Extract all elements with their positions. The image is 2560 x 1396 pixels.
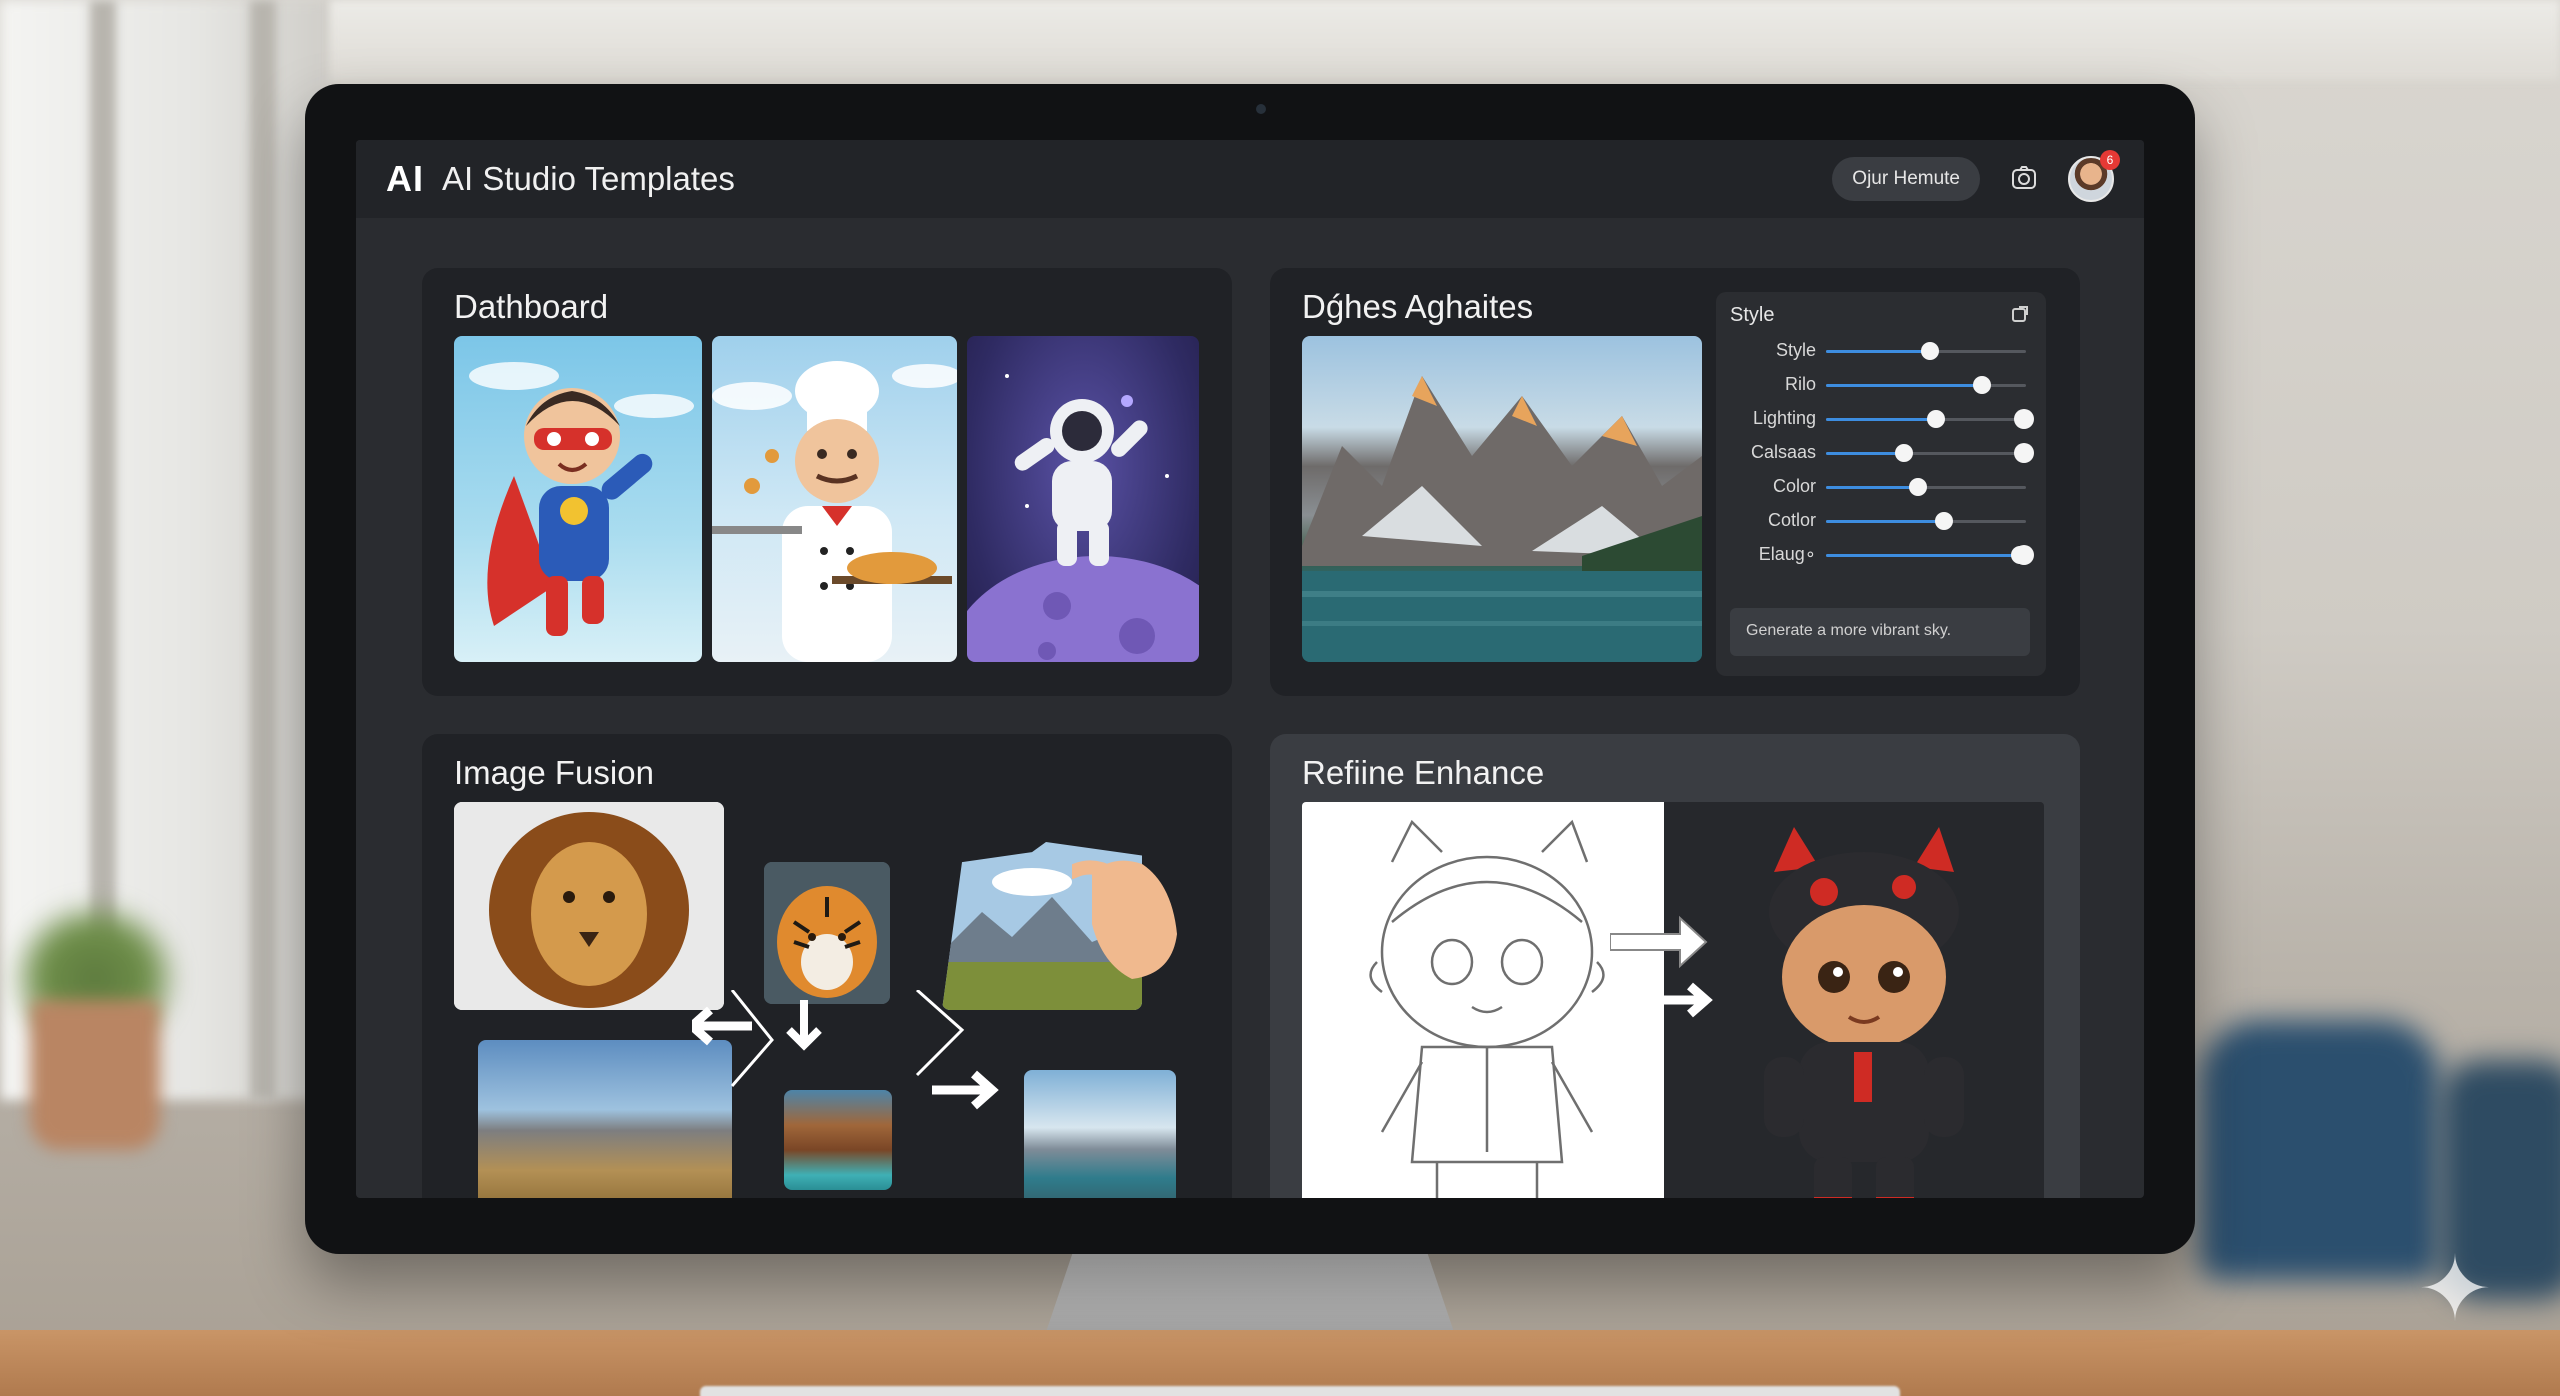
slider-track[interactable] <box>1826 478 2026 496</box>
slider-row: Style <box>1716 336 2046 366</box>
mountain-lake-image[interactable] <box>1302 336 1702 662</box>
slider-row: Rilo <box>1716 370 2046 400</box>
slider-label: Color <box>1772 476 1816 496</box>
slider-knob[interactable] <box>1921 342 1939 360</box>
slider-label: Rilo <box>1784 374 1816 394</box>
slider-row: Elaug∘ <box>1716 540 2046 570</box>
slider-track[interactable] <box>1826 443 2034 463</box>
lion-image[interactable] <box>454 802 724 1010</box>
prompt-input[interactable]: Generate a more vibrant sky. <box>1730 608 2030 656</box>
slider-row: Calsaas <box>1716 438 2046 468</box>
webcam-icon <box>1256 104 1266 114</box>
slider-end-knob[interactable] <box>2014 545 2034 565</box>
slider-label: Style <box>1775 340 1816 360</box>
style-panel: Style Style Rilo Lighting Calsaas Color Cotlo… <box>1716 292 2046 676</box>
slider-track[interactable] <box>1826 545 2034 565</box>
app-screen: AI AI Studio Templates Ojur Hemute 6 Dat… <box>356 140 2144 1198</box>
slider-fill <box>1826 452 1904 455</box>
slider-end-knob[interactable] <box>2014 443 2034 463</box>
chef-thumbnail[interactable] <box>712 336 957 662</box>
slider-row: Color <box>1716 472 2046 502</box>
user-menu-button[interactable]: Ojur Hemute <box>1832 157 1980 201</box>
app-logo[interactable]: AI <box>386 158 424 200</box>
slider-fill <box>1826 384 1982 387</box>
slider-fill <box>1826 554 2020 557</box>
header-actions: Ojur Hemute 6 <box>1832 150 2120 202</box>
slider-label: Cotlor <box>1767 510 1816 530</box>
expand-icon[interactable] <box>2010 304 2032 326</box>
slider-knob[interactable] <box>1935 512 1953 530</box>
superhero-thumbnail[interactable] <box>454 336 702 662</box>
fusion-arrows <box>685 988 1142 1110</box>
slider-fill <box>1826 486 1918 489</box>
card-title: Image Fusion <box>454 754 654 791</box>
card-title: Refiine Enhance <box>1302 754 1545 791</box>
slider-track[interactable] <box>1826 512 2026 530</box>
avatar[interactable]: 6 <box>2068 150 2120 202</box>
slider-knob[interactable] <box>1927 410 1945 428</box>
card-title: Dathboard <box>454 288 609 325</box>
slider-track[interactable] <box>1826 376 2026 394</box>
slider-knob[interactable] <box>1895 444 1913 462</box>
tiger-image[interactable] <box>764 862 890 1004</box>
hand-graphic <box>1065 844 1182 984</box>
sparkle-icon: ✦ <box>2417 1240 2493 1340</box>
ceiling <box>330 0 2560 80</box>
slider-fill <box>1826 418 1936 421</box>
slider-knob[interactable] <box>1909 478 1927 496</box>
slider-end-knob[interactable] <box>2014 409 2034 429</box>
camera-icon[interactable] <box>2008 163 2040 195</box>
slider-label: Lighting <box>1752 408 1816 428</box>
astronaut-thumbnail[interactable] <box>967 336 1199 662</box>
window-frame <box>250 0 276 1100</box>
notification-badge: 6 <box>2100 150 2120 170</box>
chair <box>2200 1020 2440 1280</box>
edit-card[interactable]: Dǵhes Aghaites Style Style Rilo Lighting… <box>1270 268 2080 696</box>
card-title: Dǵhes Aghaites <box>1302 288 1534 325</box>
keyboard <box>700 1386 1900 1396</box>
slider-track[interactable] <box>1826 342 2026 360</box>
slider-fill <box>1826 520 1944 523</box>
refine-arrows <box>1609 904 1730 1024</box>
app-header: AI AI Studio Templates Ojur Hemute 6 <box>356 140 2144 218</box>
slider-row: Lighting <box>1716 404 2046 434</box>
dashboard-card[interactable]: Dathboard <box>422 268 1232 696</box>
app-title: AI Studio Templates <box>442 160 735 197</box>
slider-label: Calsaas <box>1750 442 1816 462</box>
slider-knob[interactable] <box>1973 376 1991 394</box>
refine-enhance-card[interactable]: Refiine Enhance <box>1270 734 2080 1198</box>
style-panel-title: Style <box>1730 304 1775 326</box>
plant-pot <box>30 1000 160 1150</box>
slider-label: Elaug∘ <box>1758 544 1816 564</box>
image-fusion-card[interactable]: Image Fusion <box>422 734 1232 1198</box>
slider-row: Cotlor <box>1716 506 2046 536</box>
slider-track[interactable] <box>1826 409 2034 429</box>
slider-fill <box>1826 350 1930 353</box>
